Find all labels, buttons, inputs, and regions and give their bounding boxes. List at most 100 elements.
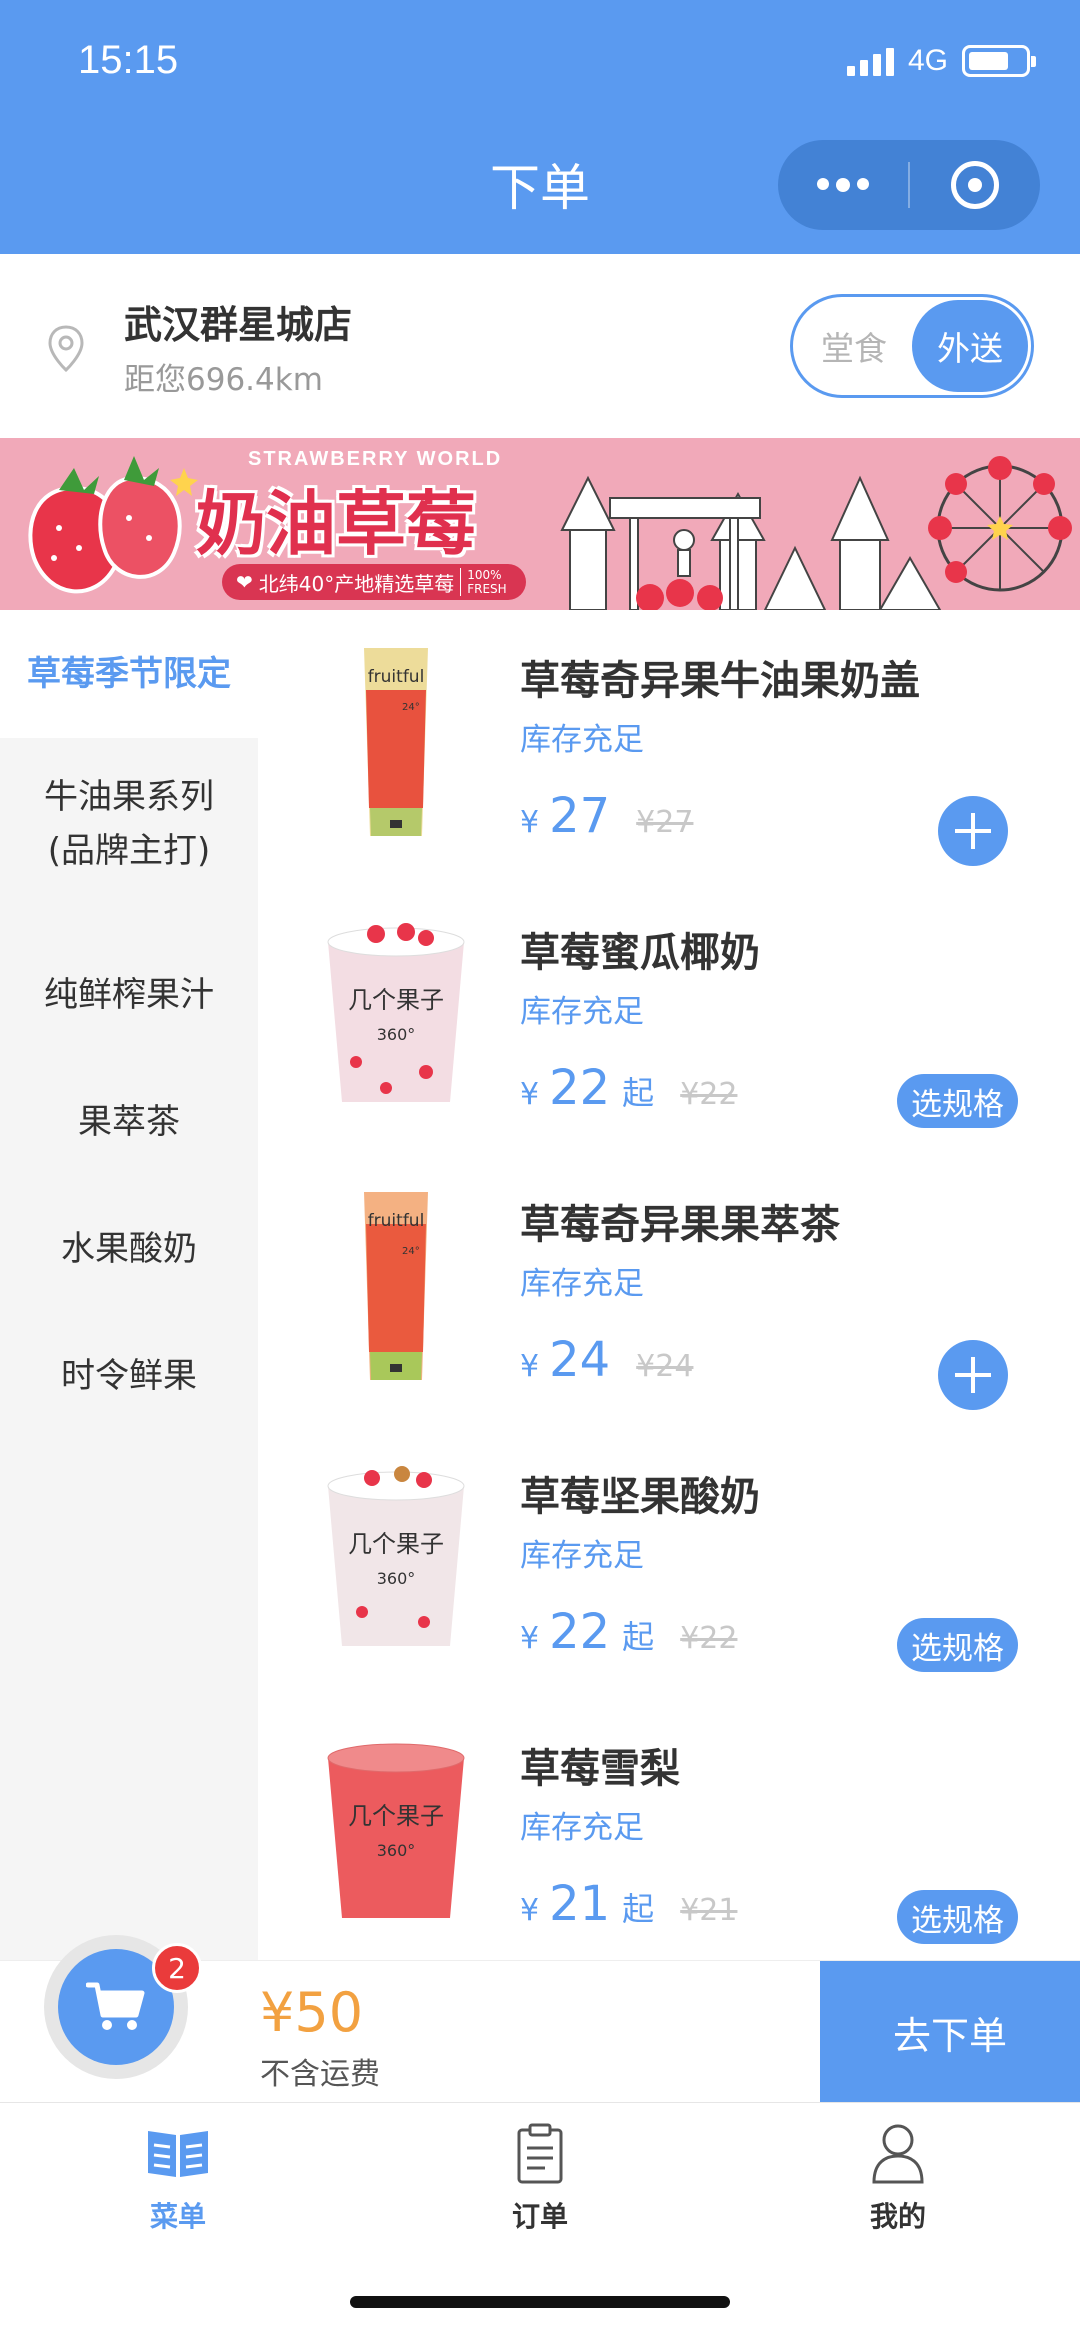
original-price: ¥24: [636, 1349, 694, 1384]
checkout-button[interactable]: 去下单: [820, 1961, 1080, 2103]
stock-status: 库存充足: [520, 1810, 644, 1846]
choose-spec-button[interactable]: 选规格: [897, 1890, 1018, 1944]
store-name: 武汉群星城店: [124, 303, 353, 347]
cup-label: 几个果子: [348, 1802, 444, 1830]
product-name: 草莓奇异果果萃茶: [520, 1202, 840, 1248]
cup-label: fruitful: [368, 667, 425, 687]
tab-label: 我的: [869, 2200, 926, 2233]
category-label: 草莓季节限定: [27, 654, 231, 694]
location-pin-icon: [48, 325, 84, 373]
dine-in-option[interactable]: 堂食: [796, 300, 912, 392]
stock-status: 库存充足: [520, 994, 644, 1030]
banner-subtitle-pill: ❤ 北纬40°产地精选草莓 100% FRESH: [222, 564, 527, 600]
heart-icon: ❤: [236, 570, 253, 594]
price-amount: 24: [549, 1332, 611, 1388]
store-info[interactable]: 武汉群星城店 距您696.4km 堂食 外送: [0, 254, 1080, 438]
product-price: ¥ 27 ¥27: [520, 788, 693, 844]
close-mini-program-button[interactable]: [910, 140, 1040, 230]
category-strawberry-season[interactable]: 草莓季节限定: [0, 610, 258, 738]
product-item[interactable]: 几个果子 360° 草莓蜜瓜椰奶 库存充足 ¥ 22 起 ¥22 选规格: [258, 882, 1080, 1154]
cup-label: 几个果子: [348, 1530, 444, 1558]
product-item[interactable]: fruitful 24° 草莓奇异果牛油果奶盖 库存充足 ¥ 27 ¥27: [258, 610, 1080, 882]
shipping-note: 不含运费: [260, 2057, 380, 2092]
currency-symbol: ¥: [520, 1349, 540, 1384]
more-button[interactable]: [778, 140, 908, 230]
choose-spec-button[interactable]: 选规格: [897, 1074, 1018, 1128]
cup-label: 几个果子: [348, 986, 444, 1014]
tab-label: 菜单: [149, 2200, 206, 2233]
cup-sublabel: 360°: [377, 1841, 416, 1860]
currency-symbol: ¥: [520, 1621, 540, 1656]
choose-spec-button[interactable]: 选规格: [897, 1618, 1018, 1672]
original-price: ¥27: [636, 805, 694, 840]
product-price: ¥ 21 起 ¥21: [520, 1876, 737, 1932]
more-dots-icon: [817, 178, 869, 192]
category-label: 牛油果系列: [44, 777, 214, 817]
currency-symbol: ¥: [520, 1893, 540, 1928]
category-fruit-tea[interactable]: 果萃茶: [0, 1095, 258, 1149]
stock-status: 库存充足: [520, 1266, 644, 1302]
store-distance: 距您696.4km: [124, 362, 323, 398]
stock-status: 库存充足: [520, 1538, 644, 1574]
add-to-cart-button[interactable]: [938, 1340, 1008, 1410]
cart-total: ¥50: [260, 1981, 364, 2044]
shopping-cart-icon: [86, 1982, 145, 2030]
cup-sublabel: 360°: [377, 1025, 416, 1044]
mini-program-capsule: [778, 140, 1040, 230]
price-from-suffix: 起: [622, 1890, 655, 1928]
add-to-cart-button[interactable]: [938, 796, 1008, 866]
product-image: fruitful 24°: [364, 1192, 428, 1380]
product-item[interactable]: 几个果子 360° 草莓雪梨 库存充足 ¥ 21 起 ¥21 选规格: [258, 1698, 1080, 1960]
tab-label: 订单: [511, 2200, 568, 2233]
cart-count-badge: 2: [152, 1943, 202, 1993]
category-fresh-juice[interactable]: 纯鲜榨果汁: [0, 968, 258, 1022]
user-icon: [872, 2124, 924, 2184]
menu-book-icon: [148, 2131, 208, 2177]
cart-bar: 2 ¥50 不含运费 去下单: [0, 1935, 1080, 2103]
target-circle-icon: [951, 161, 999, 209]
network-type: 4G: [907, 44, 948, 77]
currency-symbol: ¥: [520, 805, 540, 840]
banner-subtitle: 北纬40°产地精选草莓: [258, 571, 455, 596]
tab-profile[interactable]: 我的: [798, 2117, 998, 2235]
promo-banner[interactable]: STRAWBERRY WORLD 奶油草莓 ❤ 北纬40°产地精选草莓 100%…: [0, 438, 1080, 610]
order-mode-toggle[interactable]: 堂食 外送: [790, 294, 1034, 398]
product-price: ¥ 24 ¥24: [520, 1332, 693, 1388]
category-label: (品牌主打): [47, 831, 211, 871]
banner-title: 奶油草莓: [196, 483, 476, 565]
price-amount: 27: [549, 788, 611, 844]
product-item[interactable]: 几个果子 360° 草莓坚果酸奶 库存充足 ¥ 22 起 ¥22 选规格: [258, 1426, 1080, 1698]
price-amount: 22: [549, 1060, 611, 1116]
status-indicators: 4G: [846, 44, 1036, 78]
category-fruit-yogurt[interactable]: 水果酸奶: [0, 1222, 258, 1276]
category-seasonal-fruit[interactable]: 时令鲜果: [0, 1349, 258, 1403]
product-name: 草莓雪梨: [520, 1746, 680, 1792]
product-image: 几个果子 360°: [327, 923, 465, 1102]
cup-sublabel: 360°: [377, 1569, 416, 1588]
cup-sublabel: 24°: [402, 702, 420, 713]
product-item[interactable]: fruitful 24° 草莓奇异果果萃茶 库存充足 ¥ 24 ¥24: [258, 1154, 1080, 1426]
product-name: 草莓坚果酸奶: [520, 1474, 760, 1520]
product-list: fruitful 24° 草莓奇异果牛油果奶盖 库存充足 ¥ 27 ¥27 几个…: [258, 610, 1080, 1960]
product-image: 几个果子 360°: [327, 1466, 465, 1646]
status-time: 15:15: [78, 38, 179, 82]
cup-sublabel: 24°: [402, 1246, 420, 1257]
delivery-option[interactable]: 外送: [912, 300, 1028, 392]
tab-orders[interactable]: 订单: [440, 2117, 640, 2235]
category-avocado-series[interactable]: 牛油果系列 (品牌主打): [0, 770, 258, 878]
signal-icon: [846, 46, 894, 76]
clipboard-icon: [517, 2123, 563, 2184]
battery-icon: [962, 45, 1036, 77]
castle-carousel-illustration: [560, 456, 1072, 610]
product-image: 几个果子 360°: [327, 1743, 465, 1918]
top-bar: 15:15 4G 下单: [0, 0, 1080, 254]
price-from-suffix: 起: [622, 1074, 655, 1112]
tab-menu[interactable]: 菜单: [78, 2117, 278, 2235]
price-amount: 21: [549, 1876, 611, 1932]
original-price: ¥22: [680, 1621, 738, 1656]
fresh-badge: 100% FRESH: [460, 568, 512, 596]
original-price: ¥21: [680, 1893, 738, 1928]
home-indicator: [350, 2296, 730, 2308]
stock-status: 库存充足: [520, 722, 644, 758]
product-price: ¥ 22 起 ¥22: [520, 1604, 737, 1660]
